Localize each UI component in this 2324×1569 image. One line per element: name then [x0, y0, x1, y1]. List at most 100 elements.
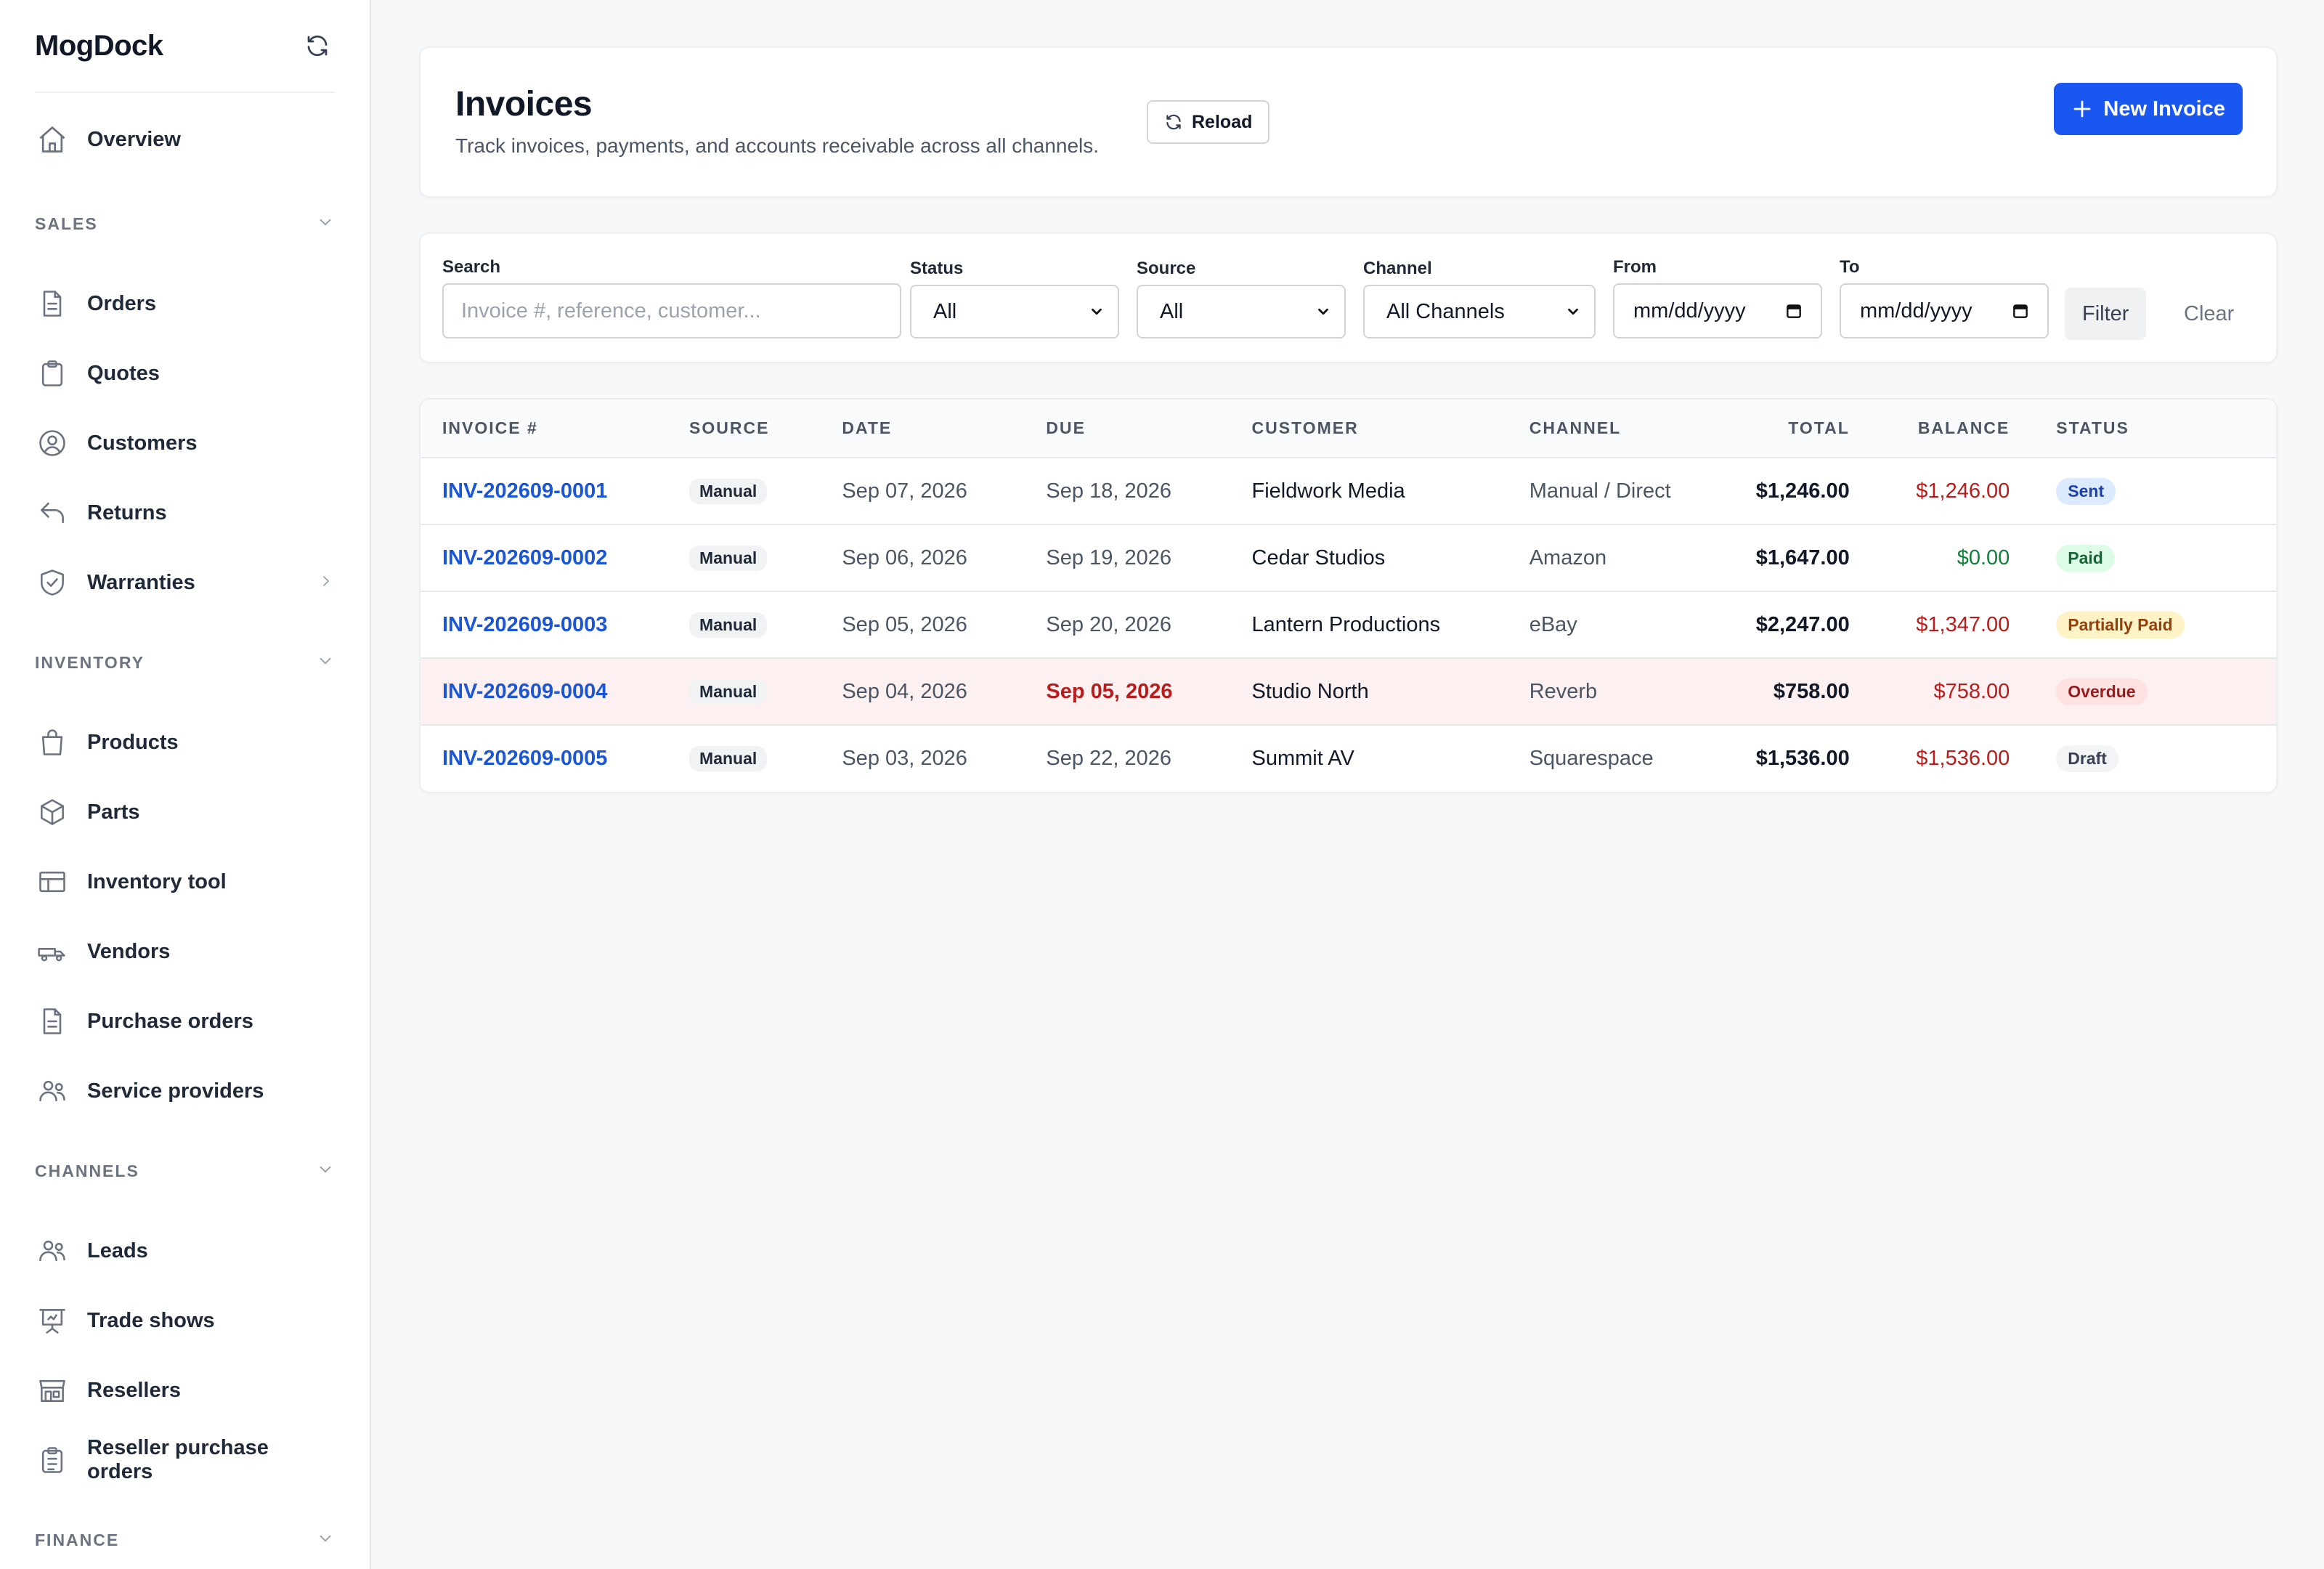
date-cell: Sep 07, 2026 [842, 458, 1047, 525]
invoice-number-link[interactable]: INV-202609-0004 [420, 658, 690, 726]
invoice-number-link[interactable]: INV-202609-0002 [420, 524, 690, 592]
source-pill: Manual [689, 545, 768, 571]
chevron-down-icon [1565, 304, 1581, 320]
status-cell: Draft [2033, 725, 2276, 792]
total-cell: $1,536.00 [1755, 747, 1850, 770]
due-date-cell: Sep 05, 2026 [1046, 658, 1252, 726]
sidebar-item-vendors[interactable]: Vendors [35, 917, 335, 986]
invoice-number-link[interactable]: INV-202609-0003 [420, 591, 690, 659]
table-row[interactable]: INV-202609-0002 Manual Sep 06, 2026 Sep 19,… [420, 524, 2276, 592]
chevron-right-icon [317, 572, 335, 593]
sidebar-item-products[interactable]: Products [35, 708, 335, 777]
sidebar-item-overview[interactable]: Overview [35, 105, 335, 174]
column-header-status-col: STATUS [2033, 400, 2276, 458]
sidebar-item-purchase-orders[interactable]: Purchase orders [35, 986, 335, 1056]
section-finance[interactable]: FINANCE [35, 1505, 335, 1569]
due-date-cell: Sep 18, 2026 [1046, 458, 1252, 525]
status-badge: Paid [2056, 544, 2115, 572]
to-label: To [1840, 257, 1860, 277]
table-row[interactable]: INV-202609-0003 Manual Sep 05, 2026 Sep 20,… [420, 591, 2276, 659]
sidebar-item-reseller-purchase-orders[interactable]: Reseller purchase orders [35, 1425, 335, 1495]
to-date-input[interactable]: mm/dd/yyyy [1840, 283, 2049, 338]
search-group: Search Invoice #, reference, customer... [442, 257, 901, 338]
table-row[interactable]: INV-202609-0001 Manual Sep 07, 2026 Sep 18,… [420, 458, 2276, 525]
source-select[interactable]: All [1137, 285, 1346, 338]
refresh-icon[interactable] [300, 28, 335, 63]
status-badge: Overdue [2056, 678, 2148, 705]
sidebar-item-label: Returns [87, 500, 167, 524]
return-arrow-icon [35, 495, 70, 530]
document-icon [35, 1004, 70, 1039]
sidebar-item-warranties[interactable]: Warranties [35, 548, 335, 617]
section-label: FINANCE [35, 1530, 120, 1549]
total-cell: $1,647.00 [1711, 524, 1866, 592]
section-sales[interactable]: SALES [35, 189, 335, 259]
table-row[interactable]: INV-202609-0004 Manual Sep 04, 2026 Sep 05,… [420, 658, 2276, 726]
to-group: To mm/dd/yyyy [1840, 257, 2049, 338]
clear-button[interactable]: Clear [2184, 288, 2234, 340]
search-input[interactable]: Invoice #, reference, customer... [442, 283, 901, 338]
status-badge: Sent [2056, 477, 2116, 505]
chevron-down-icon [316, 1160, 335, 1183]
main-content: Invoices Track invoices, payments, and a… [371, 0, 2324, 1569]
section-label: INVENTORY [35, 652, 145, 672]
users-icon [35, 1074, 70, 1108]
cube-icon [35, 795, 70, 830]
section-channels[interactable]: CHANNELS [35, 1136, 335, 1206]
section-inventory[interactable]: INVENTORY [35, 628, 335, 697]
new-invoice-label: New Invoice [2103, 97, 2225, 121]
page-title: Invoices [455, 85, 593, 123]
filter-bar: Search Invoice #, reference, customer...… [419, 232, 2278, 363]
channel-group: Channel All Channels [1363, 259, 1596, 338]
new-invoice-button[interactable]: New Invoice [2054, 83, 2243, 135]
from-label: From [1613, 257, 1657, 277]
source-pill: Manual [689, 746, 768, 771]
sidebar-item-resellers[interactable]: Resellers [35, 1355, 335, 1425]
sidebar-item-label: Purchase orders [87, 1009, 253, 1033]
column-header-balance-col: BALANCE [1865, 400, 2033, 458]
chevron-down-icon [1315, 304, 1331, 320]
table-row[interactable]: INV-202609-0005 Manual Sep 03, 2026 Sep 22,… [420, 725, 2276, 792]
sidebar-item-label: Orders [87, 291, 157, 315]
search-label: Search [442, 257, 501, 277]
due-date-cell: Sep 22, 2026 [1046, 747, 1171, 770]
sidebar-item-leads[interactable]: Leads [35, 1216, 335, 1286]
chevron-down-icon [1089, 304, 1105, 320]
from-group: From mm/dd/yyyy [1613, 257, 1822, 338]
table-icon [35, 864, 70, 899]
column-header-channel-col: CHANNEL [1529, 400, 1712, 458]
column-header-customer-col: CUSTOMER [1251, 400, 1529, 458]
status-select[interactable]: All [910, 285, 1119, 338]
sidebar-item-quotes[interactable]: Quotes [35, 338, 335, 408]
sidebar-item-label: Inventory tool [87, 869, 227, 893]
source-cell: Manual [689, 524, 842, 592]
calendar-icon[interactable] [2011, 301, 2030, 320]
filter-button[interactable]: Filter [2065, 288, 2147, 340]
customer-cell: Fieldwork Media [1251, 458, 1529, 525]
sidebar-item-trade-shows[interactable]: Trade shows [35, 1286, 335, 1355]
reload-button[interactable]: Reload [1147, 100, 1270, 144]
channel-cell: eBay [1529, 591, 1712, 659]
column-header-source-col: SOURCE [689, 400, 842, 458]
sidebar-item-parts[interactable]: Parts [35, 777, 335, 847]
sidebar-item-label: Parts [87, 800, 140, 824]
source-cell: Manual [689, 591, 842, 659]
sidebar-item-returns[interactable]: Returns [35, 478, 335, 548]
presentation-icon [35, 1303, 70, 1338]
sidebar-item-orders[interactable]: Orders [35, 269, 335, 338]
calendar-icon[interactable] [1784, 301, 1803, 320]
home-icon [35, 122, 70, 157]
source-cell: Manual [689, 658, 842, 726]
invoice-number-link[interactable]: INV-202609-0001 [420, 458, 690, 525]
channel-select[interactable]: All Channels [1363, 285, 1596, 338]
invoice-number-link[interactable]: INV-202609-0005 [420, 725, 689, 792]
sidebar-item-customers[interactable]: Customers [35, 408, 335, 478]
sidebar-item-service-providers[interactable]: Service providers [35, 1056, 335, 1126]
status-cell: Paid [2033, 524, 2276, 592]
from-date-input[interactable]: mm/dd/yyyy [1613, 283, 1822, 338]
status-cell: Partially Paid [2033, 591, 2276, 659]
chevron-down-icon [316, 1529, 335, 1552]
date-cell: Sep 05, 2026 [842, 591, 1047, 659]
sidebar-item-inventory-tool[interactable]: Inventory tool [35, 847, 335, 917]
sidebar-item-label: Reseller purchase orders [87, 1436, 269, 1483]
